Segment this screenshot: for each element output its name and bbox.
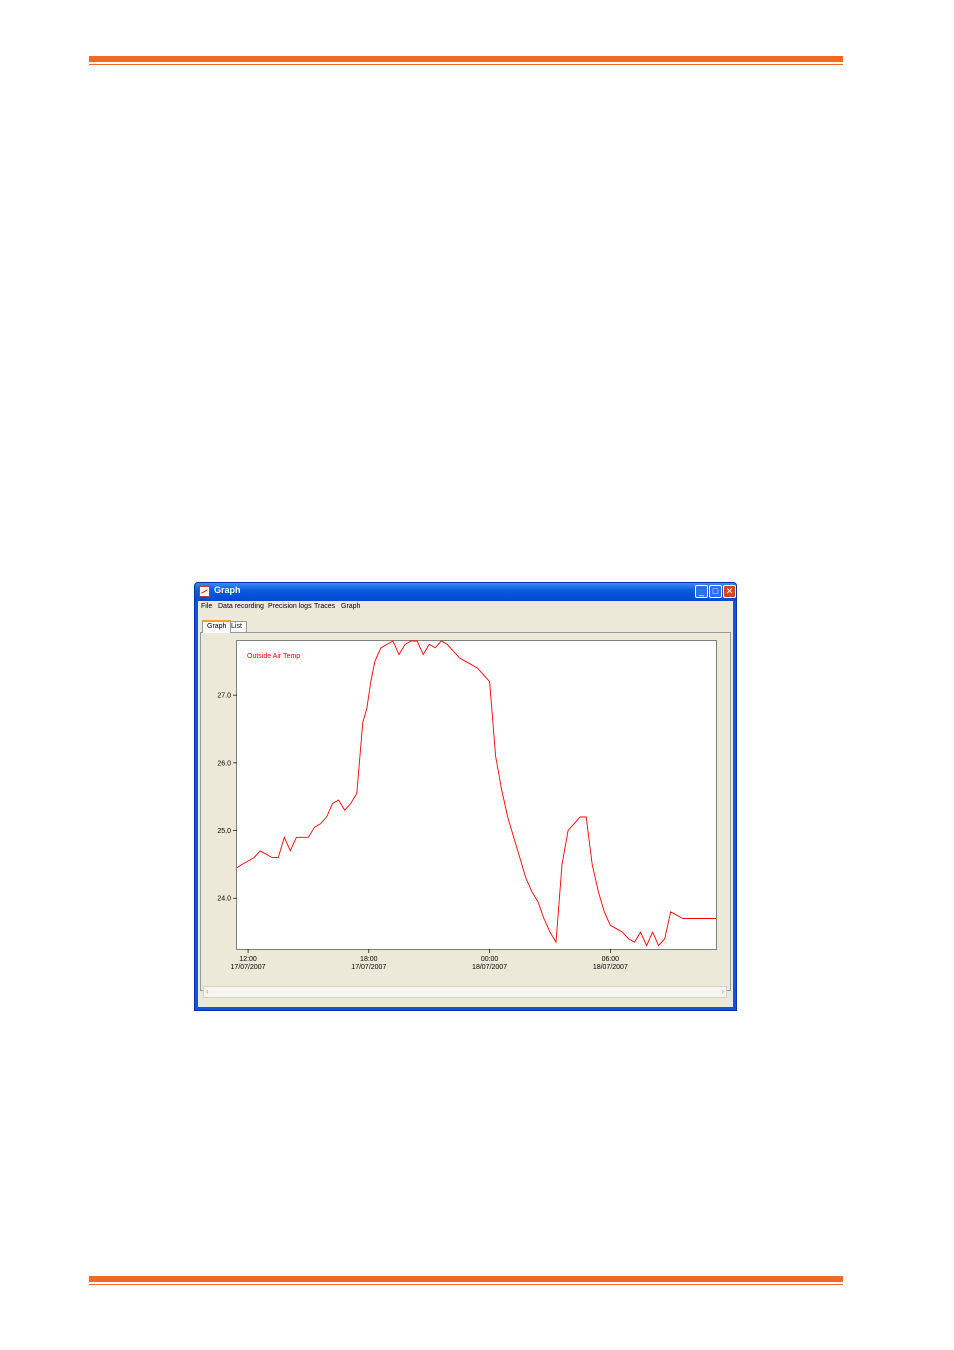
footer-rule-thin bbox=[89, 1284, 843, 1285]
scroll-right-arrow-icon[interactable]: › bbox=[721, 987, 724, 997]
y-tick-label: 24.0 bbox=[217, 896, 231, 903]
x-tick-label-date: 18/07/2007 bbox=[472, 964, 507, 971]
graph-window: Graph _ □ ✕ File Data recording Precisio… bbox=[194, 582, 737, 1011]
horizontal-scrollbar[interactable]: ‹ › bbox=[203, 986, 727, 998]
x-tick-label-date: 18/07/2007 bbox=[593, 964, 628, 971]
header-rule bbox=[89, 56, 843, 62]
scroll-left-arrow-icon[interactable]: ‹ bbox=[206, 987, 209, 997]
series-line bbox=[236, 640, 716, 947]
y-tick-label: 27.0 bbox=[217, 693, 231, 700]
close-button[interactable]: ✕ bbox=[723, 585, 736, 598]
window-client: File Data recording Precision logs Trace… bbox=[198, 601, 733, 1007]
maximize-button[interactable]: □ bbox=[709, 585, 722, 598]
line-chart: 24.025.026.027.012:0017/07/200718:0017/0… bbox=[217, 640, 716, 971]
header-rule-thin bbox=[89, 64, 843, 65]
window-title: Graph bbox=[214, 585, 241, 595]
x-tick-label-date: 17/07/2007 bbox=[231, 964, 266, 971]
y-tick-label: 25.0 bbox=[217, 828, 231, 835]
graph-app-icon bbox=[199, 586, 210, 597]
x-tick-label-time: 12:00 bbox=[239, 956, 257, 963]
x-tick-label-time: 18:00 bbox=[360, 956, 378, 963]
x-tick-label-date: 17/07/2007 bbox=[351, 964, 386, 971]
x-tick-label-time: 00:00 bbox=[481, 956, 499, 963]
x-tick-label-time: 06:00 bbox=[602, 956, 620, 963]
minimize-button[interactable]: _ bbox=[695, 585, 708, 598]
title-bar[interactable]: Graph _ □ ✕ bbox=[195, 583, 736, 601]
y-tick-label: 26.0 bbox=[217, 760, 231, 767]
legend-label: Outside Air Temp bbox=[247, 653, 300, 660]
footer-rule bbox=[89, 1276, 843, 1282]
